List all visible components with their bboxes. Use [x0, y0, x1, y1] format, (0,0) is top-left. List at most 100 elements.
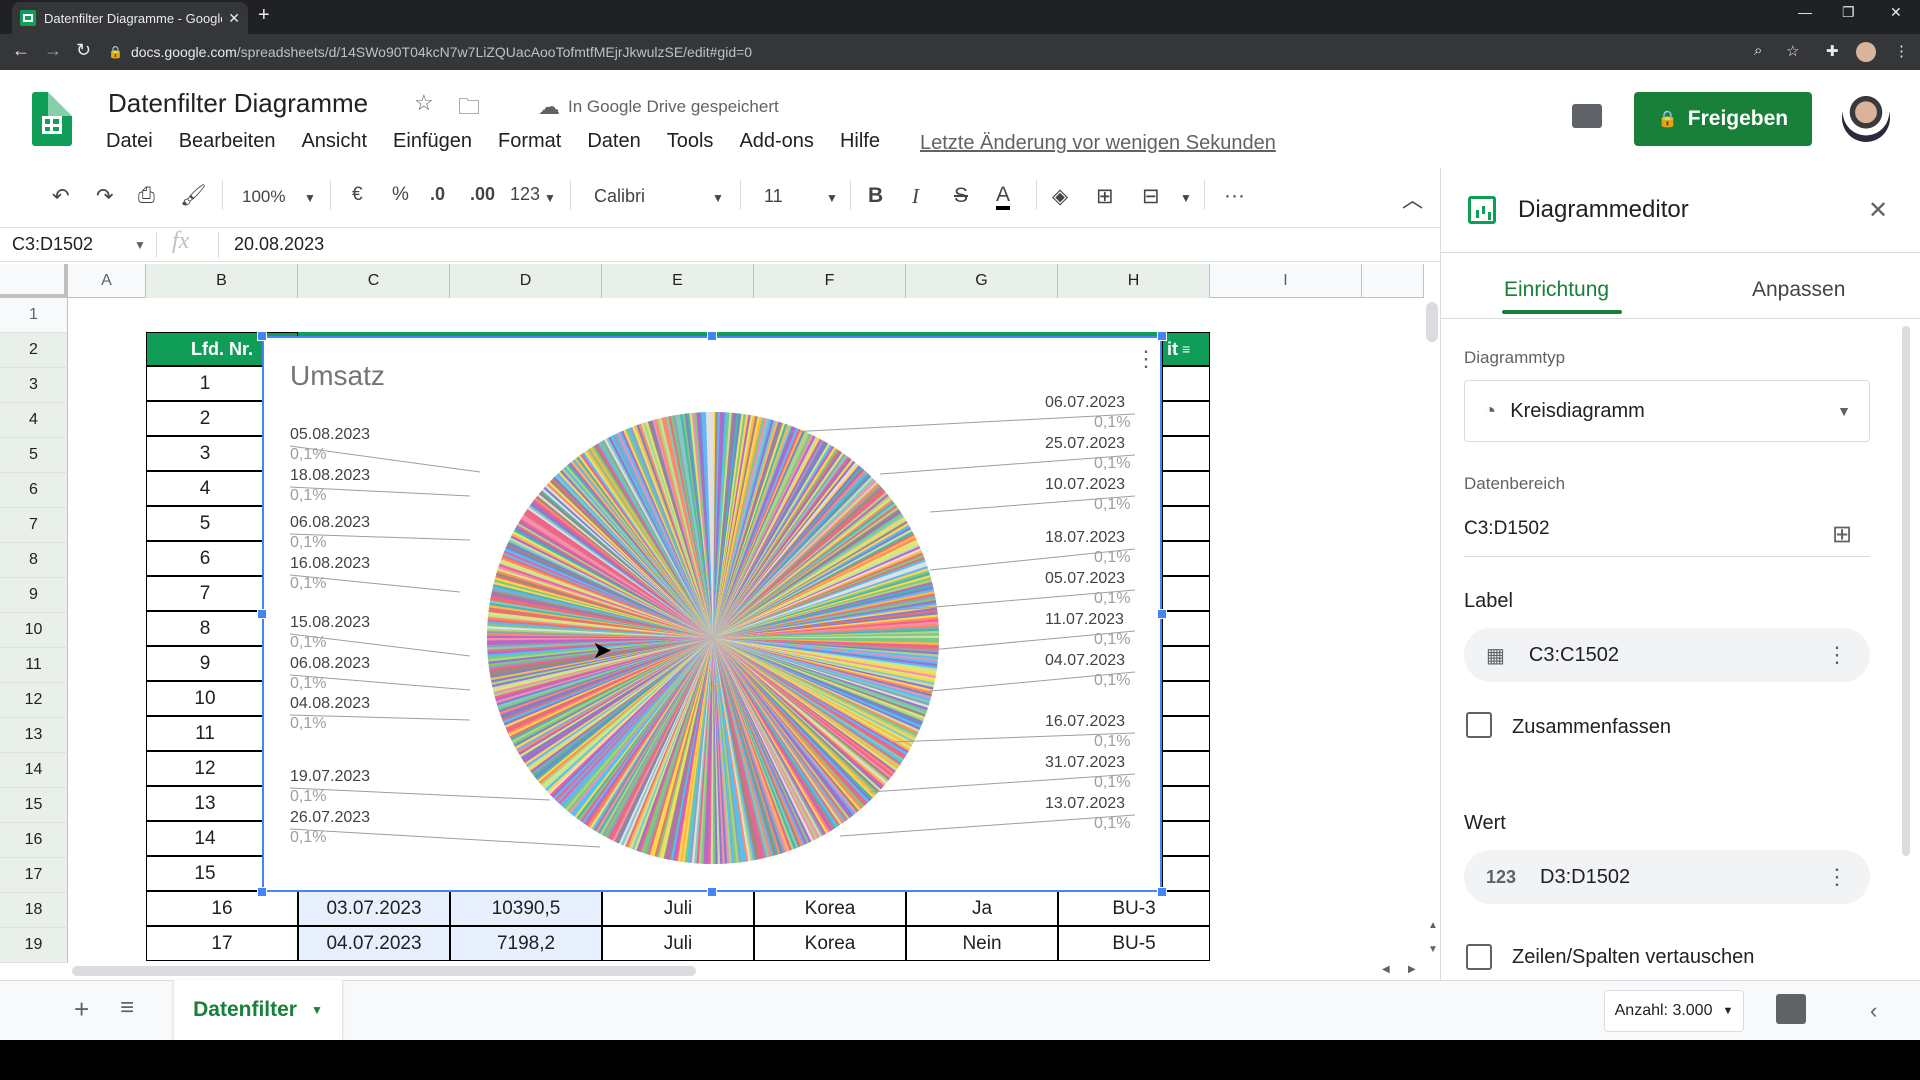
lfd-nr-cell[interactable]: 11: [146, 716, 264, 751]
lfd-nr-cell[interactable]: 9: [146, 646, 264, 681]
label-range-chip[interactable]: ▦ C3:C1502 ⋮: [1464, 628, 1870, 682]
lfd-nr-cell[interactable]: 4: [146, 471, 264, 506]
add-sheet-icon[interactable]: +: [74, 994, 89, 1025]
summary-count[interactable]: Anzahl: 3.000 ▼: [1604, 990, 1744, 1032]
lfd-nr-cell[interactable]: 10: [146, 681, 264, 716]
table-cell[interactable]: [1162, 786, 1210, 821]
new-tab-icon[interactable]: +: [258, 4, 270, 27]
table-cell[interactable]: [1162, 646, 1210, 681]
back-icon[interactable]: ←: [12, 40, 30, 61]
row-header-17[interactable]: 17: [0, 858, 68, 893]
forward-icon[interactable]: →: [44, 40, 62, 61]
pie-label-date[interactable]: 11.07.2023: [1045, 611, 1124, 629]
number-format-button[interactable]: 123: [510, 184, 540, 205]
column-header-d[interactable]: D: [450, 264, 602, 298]
table-cell[interactable]: [1162, 576, 1210, 611]
row-header-4[interactable]: 4: [0, 403, 68, 438]
pie-label-date[interactable]: 26.07.2023: [290, 809, 370, 827]
column-header-f[interactable]: F: [754, 264, 906, 298]
tab-customize[interactable]: Anpassen: [1752, 278, 1845, 302]
row-header-19[interactable]: 19: [0, 928, 68, 963]
decrease-decimal-button[interactable]: .0: [430, 184, 445, 205]
menu-daten[interactable]: Daten: [587, 130, 640, 158]
table-cell[interactable]: Korea: [754, 891, 906, 926]
column-header-i[interactable]: I: [1210, 264, 1362, 298]
menu-addons[interactable]: Add-ons: [739, 130, 814, 158]
close-window-icon[interactable]: ✕: [1890, 4, 1902, 21]
row-header-2[interactable]: 2: [0, 333, 68, 368]
profile-avatar-icon[interactable]: [1856, 42, 1876, 62]
row-header-6[interactable]: 6: [0, 473, 68, 508]
data-range-input[interactable]: C3:D1502: [1464, 518, 1550, 540]
increase-decimal-button[interactable]: .00: [470, 184, 495, 205]
menu-datei[interactable]: Datei: [106, 130, 153, 158]
collapse-toolbar-icon[interactable]: ︿: [1402, 184, 1423, 214]
url-field[interactable]: 🔒 docs.google.com/spreadsheets/d/14SWo90…: [108, 40, 1718, 64]
table-cell[interactable]: [1162, 821, 1210, 856]
filter-icon[interactable]: ≡: [1182, 341, 1190, 357]
select-range-icon[interactable]: ⊞: [1832, 520, 1852, 549]
lfd-nr-cell[interactable]: 13: [146, 786, 264, 821]
table-cell[interactable]: [1162, 471, 1210, 506]
zoom-select[interactable]: 100%: [242, 187, 285, 207]
strikethrough-icon[interactable]: S: [954, 184, 968, 208]
table-cell[interactable]: [1162, 401, 1210, 436]
vertical-scrollbar[interactable]: [1426, 302, 1438, 342]
font-dropdown-icon[interactable]: ▼: [712, 191, 724, 205]
header-cell-h-partial[interactable]: it ≡: [1162, 332, 1210, 366]
table-cell[interactable]: [1162, 611, 1210, 646]
lfd-nr-cell[interactable]: 7: [146, 576, 264, 611]
column-header-next[interactable]: [1362, 264, 1424, 298]
table-cell[interactable]: [1162, 366, 1210, 401]
pie-label-date[interactable]: 15.08.2023: [290, 614, 370, 632]
explore-icon[interactable]: [1776, 994, 1806, 1024]
table-cell[interactable]: 7198,2: [450, 926, 602, 961]
bold-icon[interactable]: B: [868, 184, 883, 208]
row-header-10[interactable]: 10: [0, 613, 68, 648]
column-header-g[interactable]: G: [906, 264, 1058, 298]
percent-format-button[interactable]: %: [392, 184, 409, 206]
merge-dropdown-icon[interactable]: ▼: [1180, 191, 1192, 205]
label-more-icon[interactable]: ⋮: [1826, 642, 1848, 668]
comment-history-icon[interactable]: [1572, 104, 1602, 128]
zoom-icon[interactable]: ⌕: [1754, 42, 1762, 59]
select-all-corner[interactable]: [0, 264, 68, 298]
paint-format-icon[interactable]: 🖌: [180, 184, 207, 208]
menu-ansicht[interactable]: Ansicht: [301, 130, 367, 158]
pie-label-date[interactable]: 10.07.2023: [1045, 476, 1125, 494]
last-edit-link[interactable]: Letzte Änderung vor wenigen Sekunden: [920, 132, 1276, 155]
row-header-11[interactable]: 11: [0, 648, 68, 683]
lfd-nr-cell[interactable]: 2: [146, 401, 264, 436]
table-cell[interactable]: 10390,5: [450, 891, 602, 926]
menu-tools[interactable]: Tools: [667, 130, 714, 158]
pie-label-date[interactable]: 16.07.2023: [1045, 713, 1125, 731]
share-button[interactable]: 🔒 Freigeben: [1634, 92, 1812, 146]
table-cell[interactable]: 03.07.2023: [298, 891, 450, 926]
all-sheets-icon[interactable]: ≡: [120, 994, 134, 1022]
scroll-up-icon[interactable]: ▲: [1428, 920, 1438, 931]
pie-label-date[interactable]: 05.08.2023: [290, 426, 370, 444]
more-options-icon[interactable]: ···: [1224, 184, 1245, 208]
row-header-16[interactable]: 16: [0, 823, 68, 858]
pie-label-date[interactable]: 31.07.2023: [1045, 754, 1125, 772]
table-cell[interactable]: 04.07.2023: [298, 926, 450, 961]
name-box-dropdown-icon[interactable]: ▼: [134, 238, 146, 252]
reload-icon[interactable]: ↻: [76, 40, 91, 61]
switch-rows-columns-checkbox[interactable]: [1466, 944, 1492, 970]
row-header-14[interactable]: 14: [0, 753, 68, 788]
row-header-8[interactable]: 8: [0, 543, 68, 578]
table-cell[interactable]: [1162, 716, 1210, 751]
move-folder-icon[interactable]: 🗀: [458, 90, 480, 128]
lfd-nr-cell[interactable]: 15: [146, 856, 264, 891]
menu-bearbeiten[interactable]: Bearbeiten: [179, 130, 276, 158]
table-cell[interactable]: Juli: [602, 891, 754, 926]
row-header-1[interactable]: 1: [0, 298, 68, 333]
table-cell[interactable]: Nein: [906, 926, 1058, 961]
pie-label-date[interactable]: 04.08.2023: [290, 695, 370, 713]
table-cell[interactable]: [1162, 856, 1210, 891]
font-size-dropdown-icon[interactable]: ▼: [826, 191, 838, 205]
close-tab-icon[interactable]: ✕: [228, 10, 240, 27]
pie-label-date[interactable]: 18.08.2023: [290, 467, 370, 485]
table-cell[interactable]: Ja: [906, 891, 1058, 926]
column-header-c[interactable]: C: [298, 264, 450, 298]
